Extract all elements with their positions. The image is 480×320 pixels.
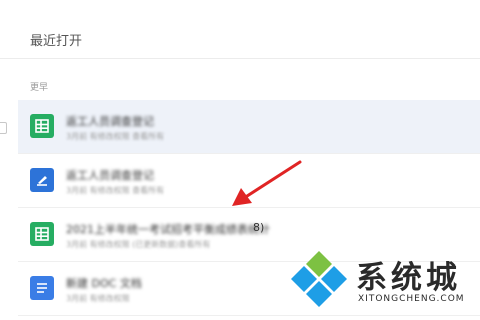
recent-header: 最近打开 [0, 0, 480, 59]
row-checkbox[interactable] [0, 122, 7, 134]
file-meta: 3月前 有修改权限 查看所有 [66, 132, 165, 141]
file-title: 返工人员调查登记 [66, 115, 154, 128]
file-meta: 3月前 有修改权限 [66, 294, 130, 303]
file-meta: 3月前 有修改权限 查看所有 [66, 186, 165, 195]
watermark-logo-icon [291, 251, 347, 307]
note-icon [30, 276, 54, 300]
file-title: 2021上半年统一考试招考平衡成绩表统计 [66, 223, 270, 236]
file-meta: 3月前 有修改权限 (已更新数据)查看所有 [66, 240, 211, 249]
file-row[interactable]: 返工人员调查登记 3月前 有修改权限 查看所有 [18, 100, 480, 154]
document-icon [30, 168, 54, 192]
watermark: 系统城 XITONGCHENG.COM [288, 248, 478, 312]
section-label-earlier: 更早 [30, 83, 49, 93]
spreadsheet-icon [30, 114, 54, 138]
file-title-suffix: 8) [253, 221, 265, 234]
watermark-text: 系统城 [356, 260, 461, 296]
annotation-arrow-icon [232, 160, 302, 206]
file-title: 新建 DOC 文档 [66, 277, 142, 290]
watermark-subtext: XITONGCHENG.COM [358, 294, 465, 304]
file-title: 返工人员调查登记 [66, 169, 154, 182]
page-title: 最近打开 [30, 34, 83, 49]
spreadsheet-icon [30, 222, 54, 246]
